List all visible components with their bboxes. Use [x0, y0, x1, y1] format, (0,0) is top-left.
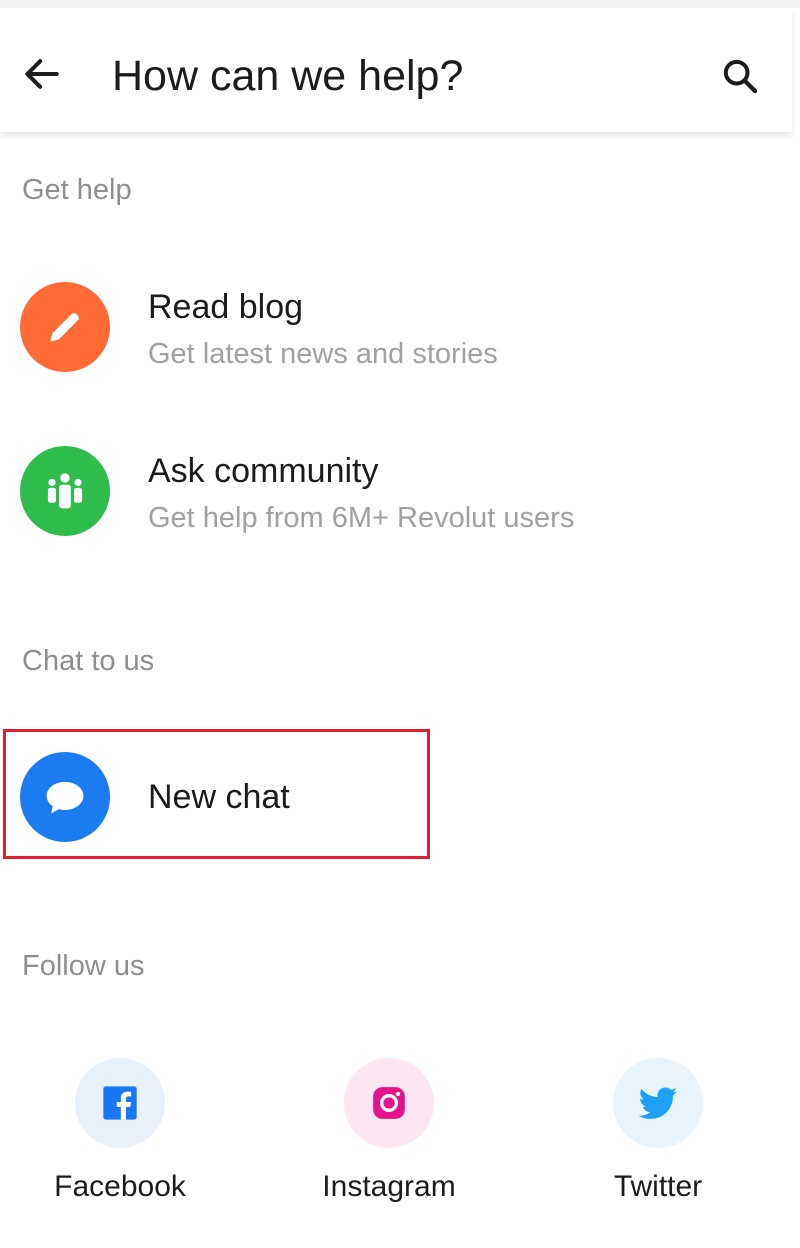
chat-bubble-icon — [46, 781, 84, 814]
app-bar: How can we help? — [0, 8, 792, 132]
facebook-icon-circle — [75, 1058, 165, 1148]
section-follow-us: Follow us — [22, 950, 145, 982]
read-blog-subtitle: Get latest news and stories — [148, 338, 498, 370]
instagram-link[interactable]: Instagram — [279, 1058, 499, 1218]
new-chat-title: New chat — [148, 778, 290, 816]
section-get-help: Get help — [22, 174, 132, 206]
read-blog-item[interactable]: Read blog Get latest news and stories — [0, 282, 800, 374]
ask-community-icon-circle — [20, 446, 110, 536]
facebook-icon — [103, 1086, 137, 1120]
new-chat-icon-circle — [20, 752, 110, 842]
ask-community-item[interactable]: Ask community Get help from 6M+ Revolut … — [0, 446, 800, 538]
new-chat-item[interactable]: New chat — [0, 752, 424, 842]
twitter-icon-circle — [613, 1058, 703, 1148]
instagram-icon — [373, 1087, 405, 1119]
page-title: How can we help? — [112, 52, 464, 100]
twitter-link[interactable]: Twitter — [548, 1058, 768, 1218]
section-chat-to-us: Chat to us — [22, 645, 155, 677]
help-screen: How can we help? Get help Read blog Get … — [0, 0, 800, 1248]
arrow-left-icon — [25, 59, 59, 89]
instagram-icon-circle — [344, 1058, 434, 1148]
facebook-label: Facebook — [54, 1170, 186, 1203]
instagram-label: Instagram — [322, 1170, 456, 1203]
pencil-icon — [50, 313, 79, 342]
twitter-label: Twitter — [613, 1170, 703, 1203]
ask-community-subtitle: Get help from 6M+ Revolut users — [148, 502, 575, 534]
search-button[interactable] — [712, 48, 768, 104]
community-icon — [47, 473, 83, 509]
status-bar — [0, 0, 800, 8]
read-blog-icon-circle — [20, 282, 110, 372]
ask-community-title: Ask community — [148, 452, 379, 490]
read-blog-title: Read blog — [148, 288, 304, 326]
search-icon — [723, 59, 758, 94]
twitter-icon — [638, 1087, 678, 1119]
facebook-link[interactable]: Facebook — [10, 1058, 230, 1218]
back-button[interactable] — [14, 46, 70, 102]
